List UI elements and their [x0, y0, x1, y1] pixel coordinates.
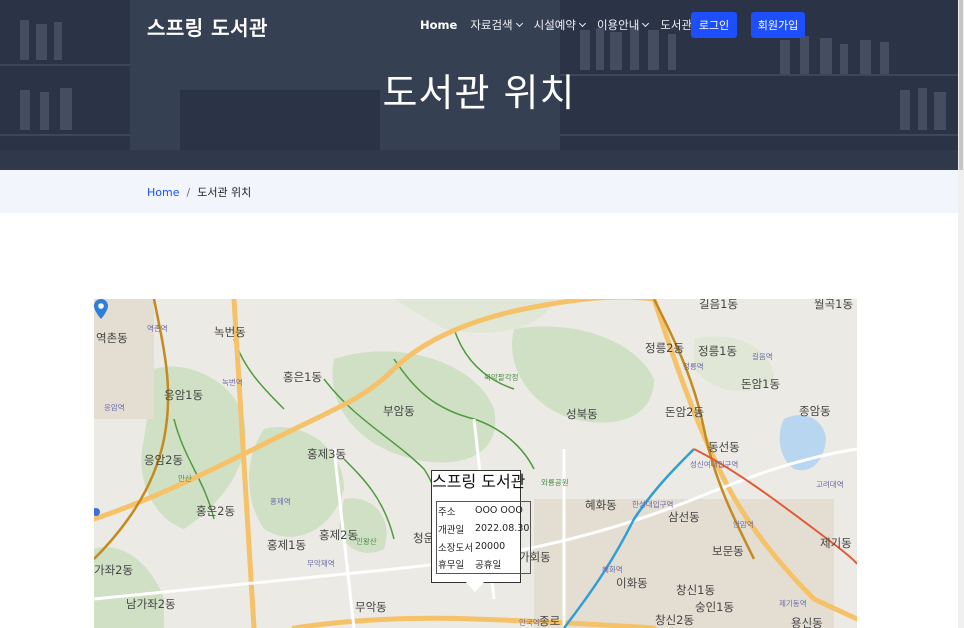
map-place-label: 남가좌2동 [126, 597, 176, 611]
map-poi-label: 응암역 [104, 403, 125, 412]
map-place-label: 길음1동 [699, 299, 739, 311]
map-poi-label: 한성대입구역 [632, 500, 674, 509]
map-place-label: 용신동 [791, 616, 823, 628]
map-park-label: 인왕산 [356, 537, 377, 546]
map-info-window[interactable]: 스프링 도서관 주소 OOO OOO 개관일 2022.08.30 소장도서 2… [431, 470, 532, 583]
map-place-label: 가좌2동 [94, 563, 134, 577]
map-place-label: 돈암2동 [665, 405, 705, 419]
map-park-label: 북악팔각정 [484, 373, 519, 382]
map-place-label: 이화동 [616, 576, 648, 590]
breadcrumb-home-link[interactable]: Home [147, 186, 179, 199]
page-title: 도서관 위치 [382, 71, 576, 115]
map-poi-label: 홍제역 [270, 497, 291, 506]
info-row-value: OOO OOO [474, 505, 523, 517]
info-window-pointer [466, 582, 484, 592]
info-row: 주소 OOO OOO [437, 502, 531, 520]
map-place-label: 종암동 [799, 404, 831, 418]
map-place-label: 녹번동 [214, 325, 246, 339]
map-place-label: 돈암1동 [741, 377, 781, 391]
info-row-value: 20000 [474, 541, 506, 552]
info-row-label: 휴무일 [438, 560, 465, 572]
nav-reservation-label: 시설예약 [533, 18, 576, 32]
breadcrumb: Home / 도서관 위치 [147, 184, 251, 200]
nav-search[interactable]: 자료검색 [470, 17, 523, 33]
library-map[interactable]: 역촌동 녹번동 응암1동 응암2동 홍은1동 홍은2동 홍제1동 홍제2동 홍제… [94, 299, 857, 628]
chevron-down-icon [642, 19, 650, 28]
map-poi-label: 혜화역 [602, 565, 623, 574]
breadcrumb-current: 도서관 위치 [197, 186, 252, 199]
map-place-label: 삼선동 [668, 510, 700, 524]
chevron-down-icon [578, 19, 587, 28]
info-row: 소장도서 20000 [437, 538, 531, 556]
nav-home[interactable]: Home [420, 18, 457, 32]
map-place-label: 혜화동 [585, 498, 617, 512]
map-poi-label: 길음역 [752, 352, 773, 361]
info-row-label: 주소 [438, 506, 456, 518]
map-poi-label: 안국역 [519, 618, 540, 627]
map-place-label: 홍제2동 [319, 528, 359, 542]
map-park-label: 와룡공원 [541, 478, 569, 487]
info-row-value: 공휴일 [474, 560, 502, 572]
map-place-label: 무악동 [355, 600, 387, 614]
map-place-label: 응암2동 [144, 453, 184, 467]
map-poi-label: 성신여대입구역 [690, 460, 739, 469]
map-place-label: 종로 [539, 614, 561, 628]
info-row-value: 2022.08.30 [474, 523, 530, 534]
map-place-label: 성북동 [566, 407, 598, 421]
map-place-label: 월곡1동 [814, 299, 854, 311]
map-marker-icon[interactable] [94, 299, 108, 319]
nav-search-label: 자료검색 [470, 18, 513, 32]
map-poi-label: 안암역 [733, 520, 754, 529]
login-button[interactable]: 로그인 [691, 12, 737, 38]
map-poi-label: 녹번역 [222, 378, 243, 387]
nav-reservation[interactable]: 시설예약 [533, 17, 587, 33]
map-place-label: 부암동 [383, 404, 415, 418]
map-place-label: 응암1동 [164, 388, 204, 402]
chevron-down-icon [515, 19, 523, 28]
scrollbar-thumb[interactable] [959, 0, 963, 170]
map-park-label: 안산 [178, 474, 192, 483]
map-poi-label: 정릉역 [683, 362, 704, 371]
map-poi-label: 역촌역 [147, 324, 168, 333]
map-poi-label: 제기동역 [779, 599, 807, 608]
map-place-label: 숭인1동 [695, 600, 735, 614]
map-place-label: 창신1동 [676, 583, 716, 597]
info-row: 휴무일 공휴일 [437, 556, 531, 574]
map-place-label: 역촌동 [96, 331, 128, 345]
map-place-label: 동선동 [708, 440, 740, 454]
nav-guide[interactable]: 이용안내 [596, 17, 650, 33]
map-place-label: 창신2동 [655, 613, 695, 627]
map-place-label: 홍은2동 [196, 504, 236, 518]
info-window-title: 스프링 도서관 [432, 472, 526, 491]
nav-guide-label: 이용안내 [596, 18, 640, 32]
breadcrumb-bar: Home / 도서관 위치 [0, 170, 958, 213]
map-place-label: 제기동 [820, 536, 852, 550]
info-row: 개관일 2022.08.30 [437, 520, 531, 538]
breadcrumb-separator: / [186, 185, 191, 199]
map-place-label: 정릉2동 [645, 341, 685, 355]
signup-button[interactable]: 회원가입 [751, 12, 805, 38]
info-row-label: 개관일 [438, 524, 465, 536]
main-nav: Home 자료검색 시설예약 이용안내 도서관소식 [420, 17, 734, 33]
map-poi-label: 무악재역 [307, 559, 335, 568]
map-place-label: 정릉1동 [698, 344, 738, 358]
brand-logo[interactable]: 스프링 도서관 [147, 12, 268, 41]
hero-banner: 스프링 도서관 Home 자료검색 시설예약 이용안내 도서관소식 로그인 회원… [0, 0, 958, 170]
map-place-label: 홍제3동 [307, 447, 347, 461]
map-place-label: 홍은1동 [283, 370, 323, 384]
info-row-label: 소장도서 [438, 542, 473, 554]
nav-home-label: Home [420, 18, 458, 32]
map-place-label: 보문동 [712, 544, 744, 558]
info-window-table: 주소 OOO OOO 개관일 2022.08.30 소장도서 20000 휴무일… [436, 501, 532, 574]
map-poi-label: 고려대역 [816, 480, 844, 489]
map-place-label: 홍제1동 [267, 538, 307, 552]
